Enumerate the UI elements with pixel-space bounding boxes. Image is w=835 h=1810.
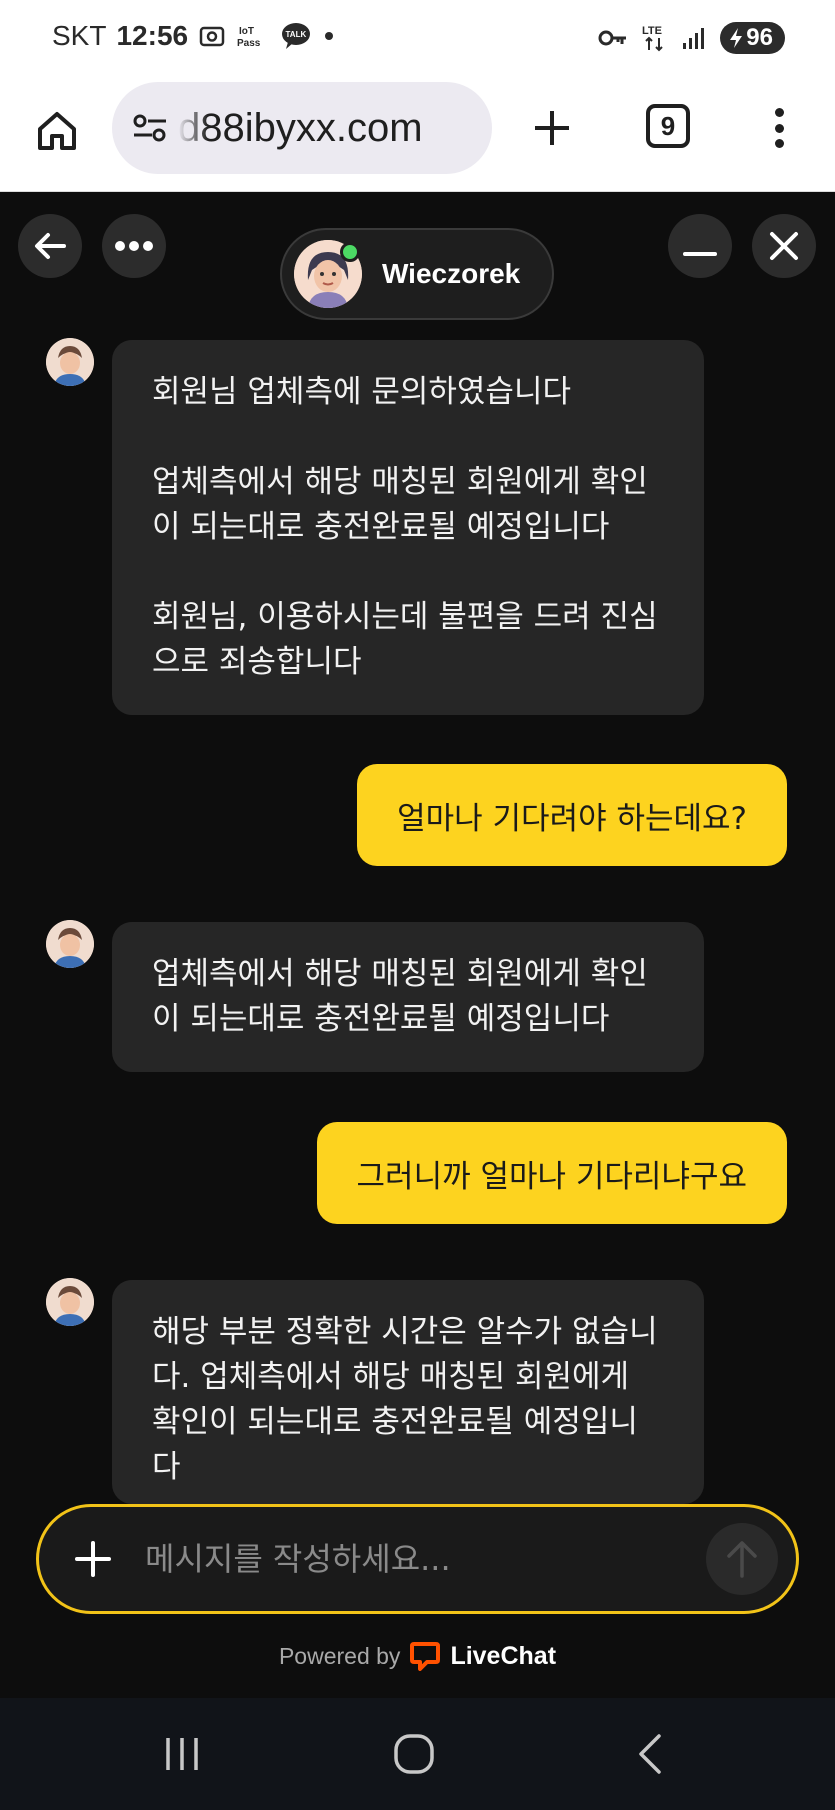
site-settings-icon[interactable] [130, 108, 170, 148]
online-status-dot [340, 242, 360, 262]
status-left: SKT 12:56 IoT Pass TALK [52, 20, 336, 52]
lte-icon: LTE [642, 23, 668, 53]
back-button[interactable] [18, 214, 82, 278]
powered-by-text: Powered by [278, 1642, 401, 1669]
url-text: d88ibyxx.com [178, 105, 423, 150]
attach-button[interactable] [63, 1529, 123, 1589]
svg-text:LTE: LTE [642, 25, 662, 37]
plus-icon [75, 1541, 111, 1577]
tab-switcher-button[interactable]: 9 [646, 104, 690, 148]
charging-bolt-icon [730, 28, 743, 48]
agent-message-avatar [46, 1278, 94, 1326]
arrow-left-icon [35, 233, 66, 259]
user-message-bubble: 얼마나 기다려야 하는데요? [357, 764, 787, 866]
livechat-logo-icon [410, 1641, 441, 1671]
battery-level: 96 [746, 24, 773, 51]
more-menu-icon[interactable] [764, 102, 794, 154]
close-chat-button[interactable] [752, 214, 816, 278]
home-icon [38, 112, 76, 150]
browser-toolbar: d88ibyxx.com 9 [0, 80, 835, 192]
user-message-bubble: 그러니까 얼마나 기다리냐구요 [316, 1122, 787, 1224]
home-button[interactable] [30, 104, 84, 158]
agent-message-avatar [46, 338, 94, 386]
signal-icon [682, 26, 706, 50]
home-circle-icon [394, 1734, 434, 1774]
minimize-button[interactable] [668, 214, 732, 278]
agent-message-bubble: 해당 부분 정확한 시간은 알수가 없습니다. 업체측에서 해당 매칭된 회원에… [112, 1280, 704, 1504]
agent-header[interactable]: Wieczorek [280, 228, 554, 320]
send-button[interactable] [706, 1523, 778, 1595]
address-bar[interactable]: d88ibyxx.com [112, 82, 492, 174]
status-right: LTE 96 [598, 22, 785, 54]
carrier-label: SKT [52, 20, 107, 51]
status-bar: SKT 12:56 IoT Pass TALK LTE 96 [0, 0, 835, 80]
iot-pass-icon: IoT Pass [236, 22, 270, 50]
agent-name: Wieczorek [382, 258, 521, 289]
screenshot-icon [198, 22, 226, 50]
agent-message-bubble: 회원님 업체측에 문의하였습니다 업체측에서 해당 매칭된 회원에게 확인이 되… [112, 340, 704, 715]
chevron-left-icon [639, 1734, 661, 1774]
message-composer [36, 1504, 799, 1614]
kakaotalk-icon: TALK [280, 22, 312, 50]
svg-text:TALK: TALK [286, 30, 307, 39]
plus-icon [535, 111, 569, 145]
agent-message-avatar [46, 920, 94, 968]
close-icon [770, 232, 798, 260]
battery-indicator: 96 [720, 22, 785, 54]
home-nav-button[interactable] [384, 1728, 444, 1780]
vpn-key-icon [598, 27, 628, 49]
more-horizontal-icon [115, 241, 153, 251]
powered-by-footer[interactable]: Powered by LiveChat [0, 1636, 835, 1676]
system-navigation-bar [0, 1698, 835, 1810]
livechat-brand: LiveChat [450, 1641, 557, 1670]
chat-options-button[interactable] [102, 214, 166, 278]
back-nav-button[interactable] [620, 1728, 680, 1780]
clock: 12:56 [116, 20, 189, 51]
recents-icon [166, 1738, 198, 1770]
recent-apps-button[interactable] [152, 1728, 212, 1780]
new-tab-button[interactable] [526, 102, 578, 154]
arrow-up-icon [727, 1541, 757, 1578]
notification-dot-icon [322, 29, 336, 43]
minimize-icon [683, 252, 717, 256]
message-input[interactable] [145, 1540, 706, 1578]
svg-text:IoT: IoT [239, 26, 254, 37]
agent-message-bubble: 업체측에서 해당 매칭된 회원에게 확인이 되는대로 충전완료될 예정입니다 [112, 922, 704, 1072]
svg-text:Pass: Pass [237, 38, 261, 49]
